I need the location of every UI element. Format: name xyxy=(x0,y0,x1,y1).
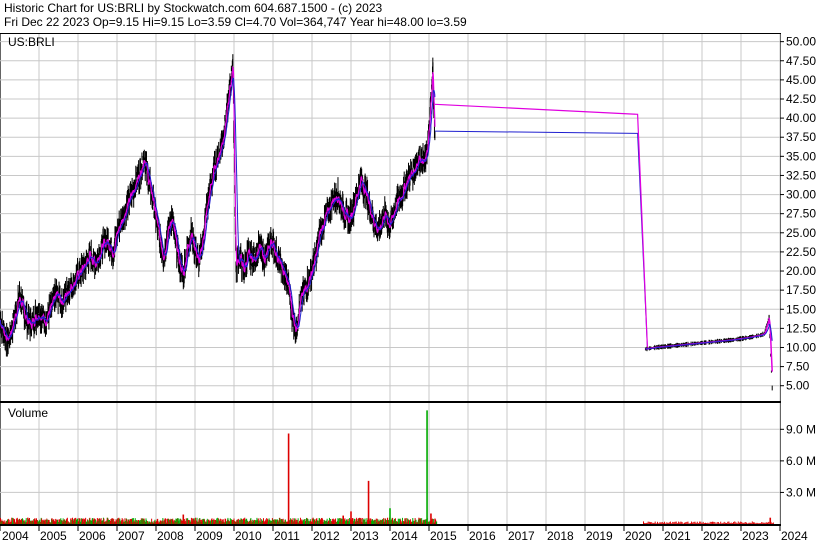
year-tick-label: 2007 xyxy=(118,529,145,543)
price-tick-label: 27.50 xyxy=(786,207,816,221)
year-tick-label: 2012 xyxy=(313,529,340,543)
year-tick-label: 2014 xyxy=(391,529,418,543)
year-tick-label: 2019 xyxy=(586,529,613,543)
year-tick-label: 2021 xyxy=(664,529,691,543)
price-tick-label: 5.00 xyxy=(786,379,810,393)
volume-axis-ticks: 9.0 M 6.0 M 3.0 M xyxy=(780,422,816,499)
price-axis-ticks: 50.00 47.50 45.00 42.50 40.00 37.50 35.00 32.50… xyxy=(780,35,816,393)
year-tick-label: 2008 xyxy=(157,529,184,543)
year-tick-label: 2006 xyxy=(79,529,106,543)
price-tick-label: 10.00 xyxy=(786,340,816,354)
price-tick-label: 22.50 xyxy=(786,245,816,259)
year-tick-label: 2018 xyxy=(547,529,574,543)
year-tick-label: 2005 xyxy=(40,529,67,543)
year-tick-label: 2020 xyxy=(625,529,652,543)
year-tick-label: 2004 xyxy=(2,529,29,543)
year-tick-label: 2009 xyxy=(196,529,223,543)
price-tick-label: 12.50 xyxy=(786,321,816,335)
price-tick-label: 32.50 xyxy=(786,168,816,182)
year-tick-label: 2015 xyxy=(430,529,457,543)
year-tick-label: 2016 xyxy=(469,529,496,543)
price-tick-label: 45.00 xyxy=(786,73,816,87)
price-tick-label: 25.00 xyxy=(786,226,816,240)
price-tick-label: 37.50 xyxy=(786,130,816,144)
volume-tick-label: 3.0 M xyxy=(786,485,816,499)
price-tick-label: 15.00 xyxy=(786,302,816,316)
price-tick-label: 17.50 xyxy=(786,283,816,297)
price-tick-label: 30.00 xyxy=(786,188,816,202)
year-tick-label: 2011 xyxy=(274,529,300,543)
symbol-label: US:BRLI xyxy=(8,35,55,49)
price-tick-label: 47.50 xyxy=(786,54,816,68)
stock-chart: 50.00 47.50 45.00 42.50 40.00 37.50 35.00 32.50… xyxy=(0,33,816,543)
price-tick-label: 40.00 xyxy=(786,111,816,125)
volume-panel-label: Volume xyxy=(8,406,48,420)
price-tick-label: 50.00 xyxy=(786,35,816,49)
year-tick-label: 2022 xyxy=(703,529,730,543)
year-tick-label: 2013 xyxy=(352,529,379,543)
date-axis-ticks: 2004 2005 2006 2007 2008 2009 2010 2011 2012 2013… xyxy=(0,525,808,543)
price-tick-label: 20.00 xyxy=(786,264,816,278)
price-tick-label: 7.50 xyxy=(786,360,810,374)
year-tick-label: 2023 xyxy=(742,529,769,543)
price-tick-label: 35.00 xyxy=(786,149,816,163)
volume-tick-label: 9.0 M xyxy=(786,422,816,436)
year-tick-label: 2017 xyxy=(508,529,535,543)
year-tick-label: 2024 xyxy=(781,529,808,543)
volume-grid xyxy=(0,403,781,524)
price-tick-label: 42.50 xyxy=(786,92,816,106)
volume-tick-label: 6.0 M xyxy=(786,454,816,468)
year-tick-label: 2010 xyxy=(235,529,262,543)
